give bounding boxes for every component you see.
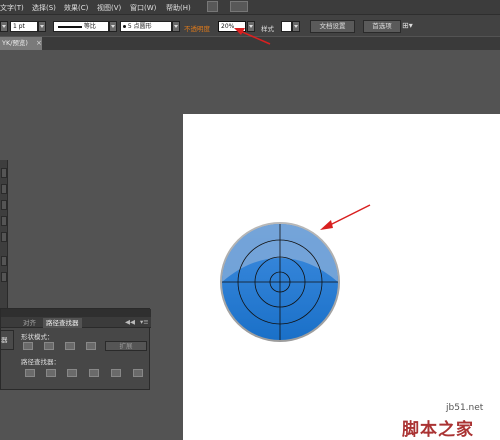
shape-modes-label: 形状模式：	[21, 333, 54, 341]
panel-tabs: 对齐 路径查找器 ◀◀ ▾≡	[1, 317, 151, 328]
divide-icon[interactable]	[25, 369, 35, 377]
pathfinder-panel: 对齐 路径查找器 ◀◀ ▾≡ 形状模式： 扩展 路径查找器：	[0, 308, 151, 390]
pathfinders-label: 路径查找器：	[21, 358, 60, 366]
collapse-icon[interactable]: ◀◀	[125, 318, 135, 326]
intersect-icon[interactable]	[65, 342, 75, 350]
panel-header[interactable]	[1, 309, 151, 317]
unite-icon[interactable]	[23, 342, 33, 350]
tab-align[interactable]: 对齐	[21, 318, 38, 328]
minus-back-icon[interactable]	[133, 369, 143, 377]
outline-icon[interactable]	[111, 369, 121, 377]
expand-button[interactable]: 扩展	[105, 341, 147, 351]
red-arrow-canvas	[320, 204, 371, 230]
exclude-icon[interactable]	[86, 342, 96, 350]
side-panel-tab[interactable]: 器	[0, 330, 14, 350]
watermark-brand: 脚本之家	[402, 420, 474, 440]
side-panel-label: 器	[1, 336, 8, 344]
merge-icon[interactable]	[67, 369, 77, 377]
red-arrow-opacity	[234, 28, 271, 45]
trim-icon[interactable]	[46, 369, 56, 377]
crop-icon[interactable]	[89, 369, 99, 377]
minus-front-icon[interactable]	[44, 342, 54, 350]
panel-menu-icon[interactable]: ▾≡	[140, 318, 149, 326]
tab-pathfinder[interactable]: 路径查找器	[43, 318, 82, 328]
watermark-site: jb51.net	[446, 403, 484, 413]
